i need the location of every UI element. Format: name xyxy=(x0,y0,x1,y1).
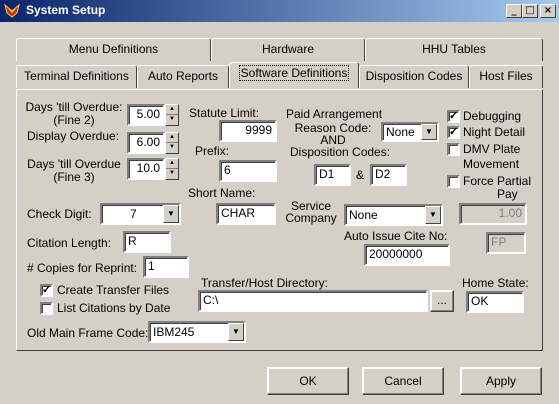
statute-limit-input[interactable]: 9999 xyxy=(219,120,277,142)
app-logo-icon xyxy=(4,3,20,18)
ok-button[interactable]: OK xyxy=(267,367,349,395)
tab-terminal-definitions[interactable]: Terminal Definitions xyxy=(16,65,137,88)
list-citations-by-date-label: List Citations by Date xyxy=(57,301,171,315)
list-citations-by-date-checkbox[interactable] xyxy=(40,302,53,315)
check-digit-label: Check Digit: xyxy=(27,207,92,221)
days-overdue-fine2-spinner[interactable]: ▲ ▼ xyxy=(165,104,179,126)
copies-reprint-input[interactable]: 1 xyxy=(143,256,189,278)
cancel-button[interactable]: Cancel xyxy=(362,367,444,395)
reason-code-select[interactable]: None ▼ xyxy=(381,122,439,142)
citation-length-input[interactable]: R xyxy=(123,231,171,253)
days-overdue-fine3-spinner[interactable]: ▲ ▼ xyxy=(165,158,179,180)
days-overdue-fine3-label: Days 'till Overdue xyxy=(27,157,121,171)
apply-button[interactable]: Apply xyxy=(460,367,542,395)
service-company-label-2: Company xyxy=(285,211,337,225)
days-overdue-fine2-sublabel: (Fine 2) xyxy=(53,113,95,127)
disposition-code-1-input[interactable]: D1 xyxy=(314,164,351,186)
prefix-label: Prefix: xyxy=(195,144,230,158)
force-partial-label: Force Partial xyxy=(463,174,532,188)
minimize-button[interactable]: _ xyxy=(506,4,522,18)
movement-label: Movement xyxy=(463,157,520,171)
auto-issue-cite-label: Auto Issue Cite No: xyxy=(344,229,448,243)
auto-issue-cite-input[interactable]: 20000000 xyxy=(364,244,450,266)
home-state-input[interactable]: OK xyxy=(466,291,524,313)
paid-arrangement-label: Paid Arrangement xyxy=(286,107,383,121)
close-button[interactable]: × xyxy=(540,4,556,18)
display-overdue-spinner[interactable]: ▲ ▼ xyxy=(165,132,179,154)
chevron-down-icon[interactable]: ▼ xyxy=(163,205,179,223)
chevron-down-icon[interactable]: ▼ xyxy=(228,323,244,341)
disposition-codes-label: Disposition Codes: xyxy=(290,145,391,159)
dmv-plate-label: DMV Plate xyxy=(463,142,521,156)
prefix-input[interactable]: 6 xyxy=(219,160,277,182)
browse-button[interactable]: ... xyxy=(430,290,454,312)
chevron-down-icon[interactable]: ▼ xyxy=(421,124,437,140)
disposition-code-2-input[interactable]: D2 xyxy=(370,164,407,186)
maximize-button[interactable]: □ xyxy=(522,4,538,18)
short-name-input[interactable]: CHAR xyxy=(216,203,276,225)
home-state-label: Home State: xyxy=(462,276,529,290)
fp-input: FP xyxy=(486,232,526,254)
citation-length-label: Citation Length: xyxy=(27,236,112,250)
ampersand-label: & xyxy=(356,168,365,182)
tab-host-files[interactable]: Host Files xyxy=(469,65,543,88)
tab-hhu-tables[interactable]: HHU Tables xyxy=(365,38,543,61)
window-title: System Setup xyxy=(26,3,106,17)
check-digit-select[interactable]: 7 ▼ xyxy=(100,203,181,225)
display-overdue-label: Display Overdue: xyxy=(27,129,120,143)
transfer-host-directory-input[interactable]: C:\ xyxy=(198,290,428,312)
transfer-host-directory-label: Transfer/Host Directory: xyxy=(201,276,328,290)
days-overdue-fine2-label: Days 'till Overdue: xyxy=(25,100,123,114)
statute-limit-label: Statute Limit: xyxy=(189,106,260,120)
tab-disposition-codes[interactable]: Disposition Codes xyxy=(359,65,469,88)
chevron-down-icon[interactable]: ▼ xyxy=(425,206,441,224)
create-transfer-files-checkbox[interactable]: ✓ xyxy=(40,284,53,297)
old-main-frame-code-select[interactable]: IBM245 ▼ xyxy=(148,321,246,343)
short-name-label: Short Name: xyxy=(188,186,256,200)
old-main-frame-code-label: Old Main Frame Code: xyxy=(27,326,149,340)
tab-software-definitions[interactable]: Software Definitions xyxy=(229,62,359,88)
display-overdue-input[interactable]: 6.00 xyxy=(127,132,165,154)
force-partial-pay-checkbox[interactable] xyxy=(447,175,460,188)
create-transfer-files-label: Create Transfer Files xyxy=(57,283,170,297)
night-detail-checkbox[interactable]: ✓ xyxy=(447,126,460,139)
dmv-plate-movement-checkbox[interactable] xyxy=(447,143,460,156)
service-company-select[interactable]: None ▼ xyxy=(344,204,443,226)
days-overdue-fine3-sublabel: (Fine 3) xyxy=(53,170,95,184)
tab-menu-definitions[interactable]: Menu Definitions xyxy=(16,38,211,61)
night-detail-label: Night Detail xyxy=(463,125,526,139)
tab-auto-reports[interactable]: Auto Reports xyxy=(137,65,229,88)
pay-label: Pay xyxy=(497,187,518,201)
force-partial-amount-input: 1.00 xyxy=(459,203,527,225)
debugging-label: Debugging xyxy=(463,109,522,123)
debugging-checkbox[interactable]: ✓ xyxy=(447,110,460,123)
copies-reprint-label: # Copies for Reprint: xyxy=(27,261,138,275)
days-overdue-fine2-input[interactable]: 5.00 xyxy=(127,104,165,126)
tab-hardware[interactable]: Hardware xyxy=(211,38,365,61)
days-overdue-fine3-input[interactable]: 10.0 xyxy=(127,158,165,180)
